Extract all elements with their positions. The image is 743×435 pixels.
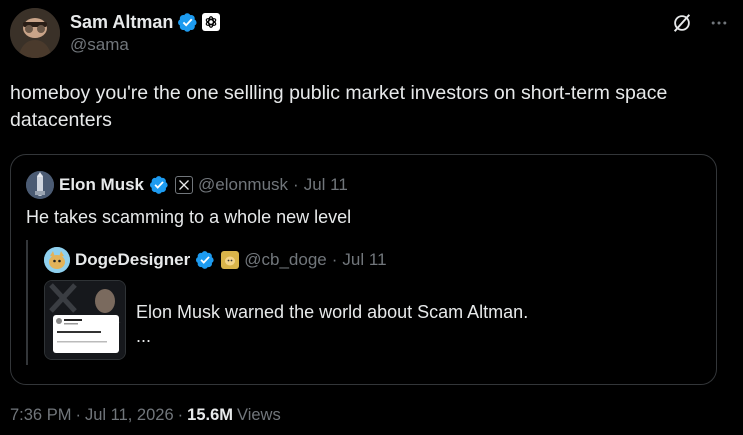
quoted-tweet-header: Elon Musk @elonmusk · Jul 11 <box>26 170 348 200</box>
nested-media-thumbnail[interactable] <box>44 280 126 360</box>
tweet-meta: 7:36 PM · Jul 11, 2026 · 15.6M Views <box>10 406 281 425</box>
author-name[interactable]: Sam Altman <box>70 12 173 33</box>
quoted-avatar[interactable] <box>26 171 54 199</box>
separator: · <box>75 406 81 424</box>
author-handle[interactable]: @sama <box>70 35 220 55</box>
nested-tweet-ellipsis: ... <box>136 326 152 346</box>
openai-logo-icon[interactable] <box>202 13 221 31</box>
views-count[interactable]: 15.6M <box>187 406 233 425</box>
author-name-row: Sam Altman <box>70 11 221 33</box>
tweet-time[interactable]: 7:36 PM <box>10 406 71 425</box>
quoted-author-name[interactable]: Elon Musk <box>59 175 144 195</box>
nested-author-handle[interactable]: @cb_doge <box>244 250 327 270</box>
avatar[interactable] <box>10 8 60 58</box>
separator: · <box>331 250 338 269</box>
more-icon[interactable] <box>709 13 729 38</box>
nested-date[interactable]: Jul 11 <box>342 250 386 270</box>
quoted-tweet[interactable]: Elon Musk @elonmusk · Jul 11 He takes sc… <box>10 154 717 385</box>
quoted-tweet-text: He takes scamming to a whole new level <box>26 207 352 227</box>
tweet-date[interactable]: Jul 11, 2026 <box>85 406 174 425</box>
tweet-header: Sam Altman @sama <box>10 8 729 58</box>
verified-badge-icon[interactable] <box>149 175 170 196</box>
doge-affiliate-icon[interactable] <box>221 251 240 269</box>
nested-tweet-text: Elon Musk warned the world about Scam Al… <box>136 302 529 322</box>
quoted-date[interactable]: Jul 11 <box>304 175 348 195</box>
nested-quoted-tweet[interactable]: DogeDesigner @cb_doge · Jul 11 Elon Musk… <box>26 240 696 365</box>
views-label: Views <box>237 406 281 424</box>
nested-avatar[interactable] <box>44 247 70 273</box>
grok-icon[interactable] <box>671 12 693 39</box>
nested-tweet-header: DogeDesigner @cb_doge · Jul 11 <box>44 246 387 274</box>
nested-author-name[interactable]: DogeDesigner <box>75 250 190 270</box>
nested-tweet-text-block: Elon Musk warned the world about Scam Al… <box>136 300 528 348</box>
separator: · <box>177 406 184 424</box>
x-logo-icon[interactable] <box>175 176 194 194</box>
header-actions <box>671 12 729 39</box>
tweet-text: homeboy you're the one sellling public m… <box>10 82 668 131</box>
separator: · <box>293 175 299 194</box>
verified-badge-icon[interactable] <box>177 12 198 33</box>
author-info: Sam Altman @sama <box>70 11 221 55</box>
quoted-author-handle[interactable]: @elonmusk <box>198 175 288 195</box>
verified-badge-icon[interactable] <box>195 250 216 271</box>
